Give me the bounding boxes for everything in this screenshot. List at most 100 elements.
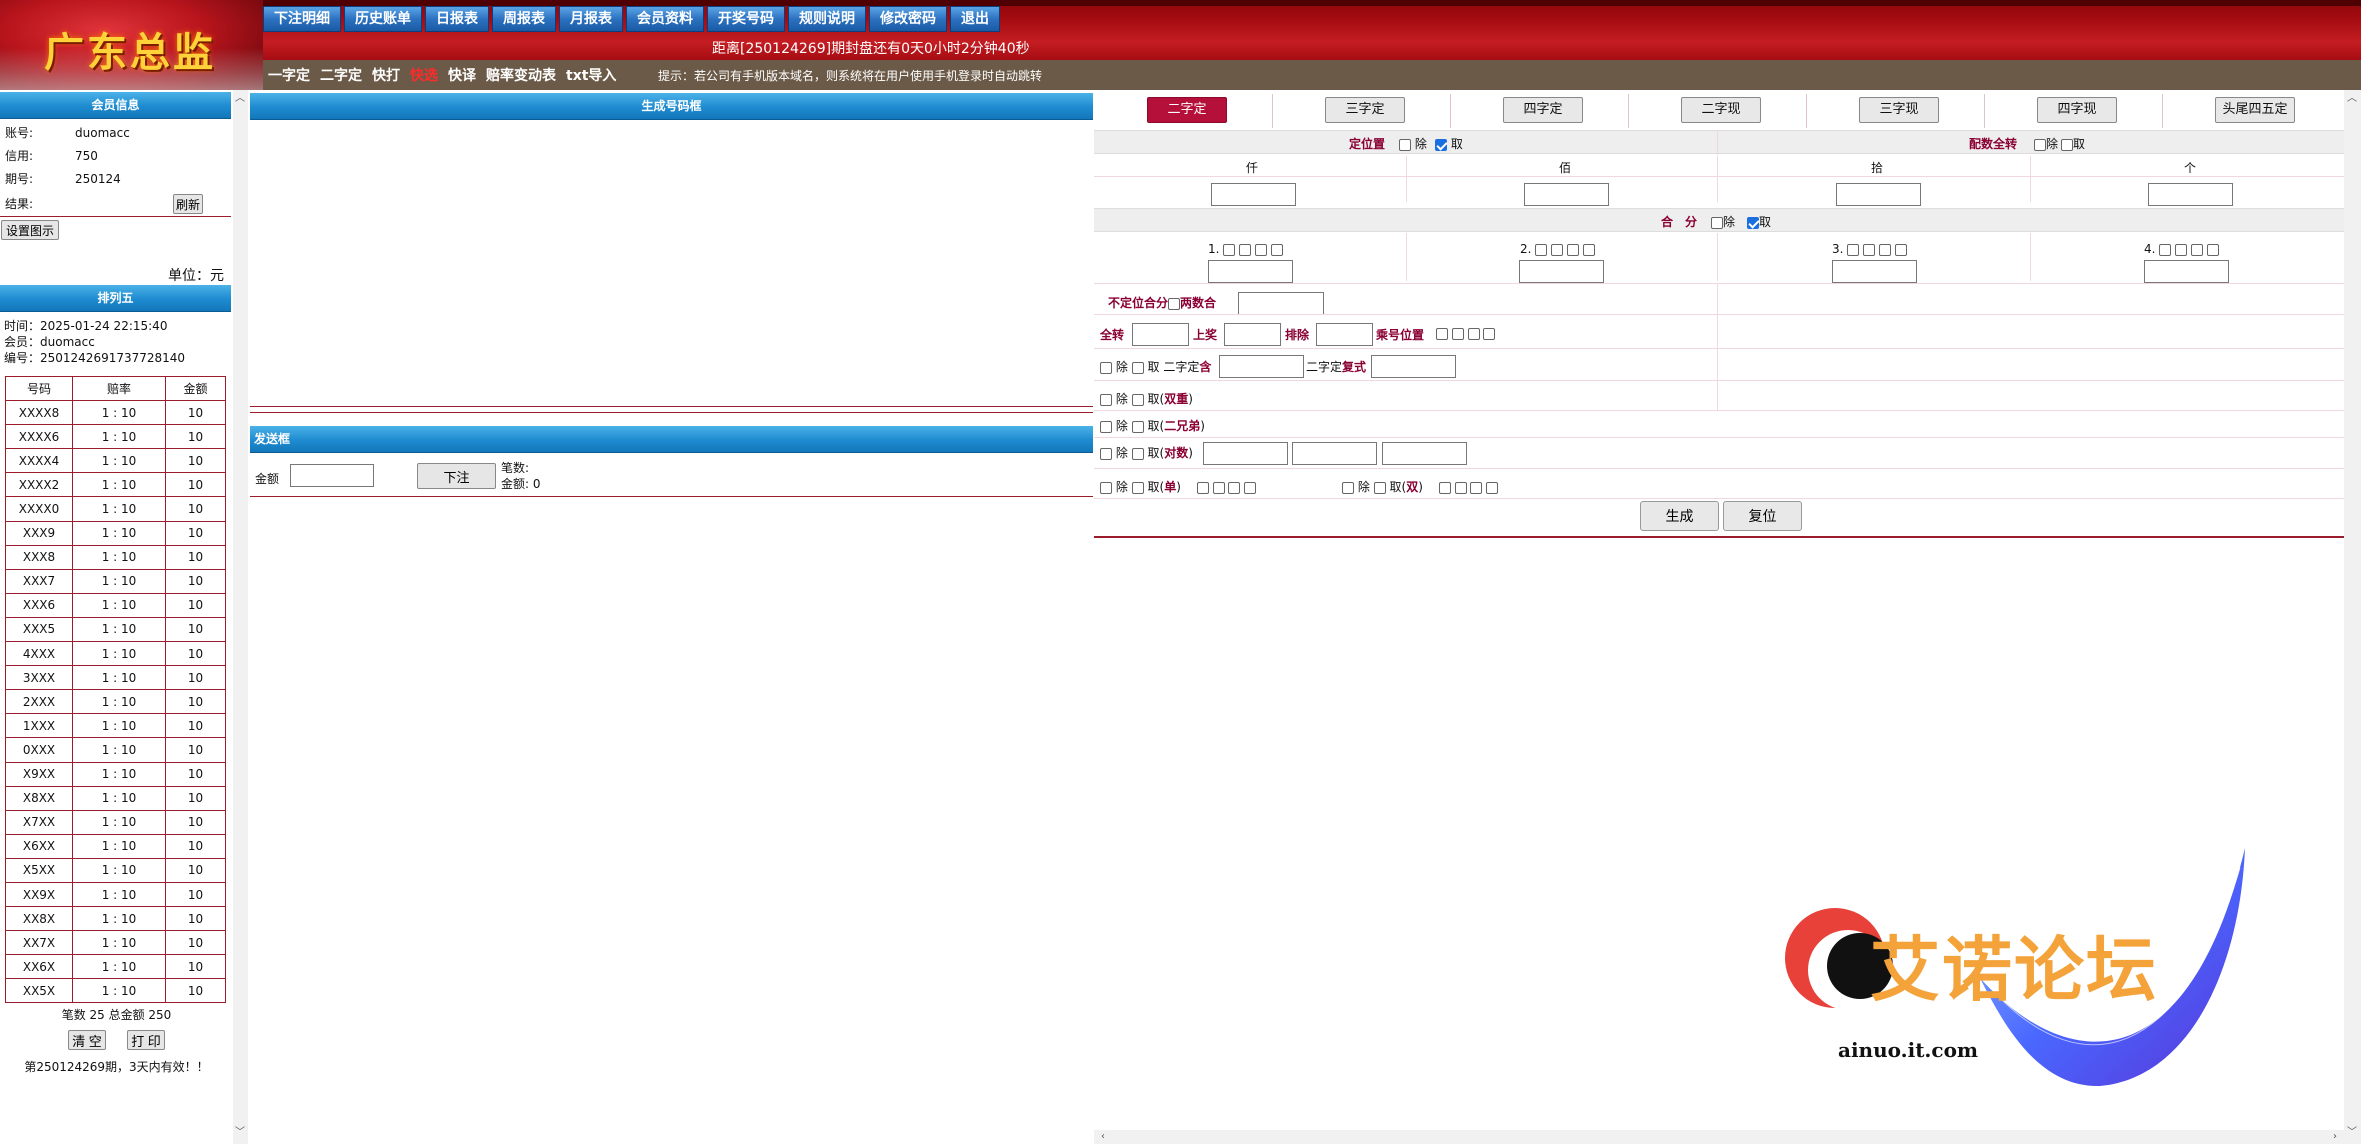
checkbox[interactable]	[1223, 243, 1236, 256]
checkbox-checked[interactable]	[1747, 216, 1759, 229]
scroll-up-icon[interactable]: ︿	[2345, 92, 2359, 106]
subnav-txt-import[interactable]: txt导入	[566, 65, 616, 85]
thousands-input[interactable]	[1211, 183, 1296, 206]
all-turn-input[interactable]	[1132, 323, 1189, 346]
checkbox[interactable]	[1711, 216, 1723, 229]
checkbox[interactable]	[1270, 243, 1283, 256]
checkbox[interactable]	[1244, 481, 1257, 494]
scroll-down-icon[interactable]: ﹀	[2345, 1126, 2359, 1140]
amount-input[interactable]	[290, 464, 374, 487]
subnav-two-digit[interactable]: 二字定	[320, 65, 362, 85]
subnav-quick-select[interactable]: 快选	[410, 65, 438, 85]
checkbox[interactable]	[1863, 243, 1876, 256]
settings-display-button[interactable]: 设置图示	[1, 220, 59, 240]
checkbox[interactable]	[1131, 420, 1144, 433]
checkbox[interactable]	[1566, 243, 1579, 256]
refresh-button[interactable]: 刷新	[173, 194, 203, 214]
nav-bet-detail[interactable]: 下注明细	[263, 6, 341, 32]
checkbox[interactable]	[1100, 481, 1112, 494]
print-button[interactable]: 打 印	[127, 1030, 165, 1050]
two-sum-input[interactable]	[1238, 292, 1324, 315]
checkbox[interactable]	[2175, 243, 2188, 256]
nav-weekly-report[interactable]: 周报表	[492, 6, 556, 32]
tab-four-fixed[interactable]: 四字定	[1503, 97, 1583, 123]
scroll-down-icon[interactable]: ﹀	[233, 1126, 247, 1140]
checkbox[interactable]	[1436, 327, 1448, 340]
place-bet-button[interactable]: 下注	[417, 463, 496, 489]
scroll-left-icon[interactable]: ‹	[1096, 1130, 1110, 1144]
sum-input-4[interactable]	[2144, 260, 2229, 283]
checkbox[interactable]	[1438, 481, 1451, 494]
scroll-up-icon[interactable]: ︿	[233, 92, 247, 106]
sum-input-3[interactable]	[1832, 260, 1917, 283]
scroll-right-icon[interactable]: ›	[2328, 1130, 2342, 1144]
checkbox[interactable]	[1454, 481, 1467, 494]
checkbox[interactable]	[2159, 243, 2172, 256]
checkbox[interactable]	[1228, 481, 1241, 494]
checkbox[interactable]	[2061, 138, 2073, 151]
checkbox[interactable]	[1451, 327, 1464, 340]
right-scrollbar[interactable]: ︿ ﹀	[2344, 90, 2361, 1144]
checkbox[interactable]	[1847, 243, 1860, 256]
checkbox[interactable]	[2034, 138, 2046, 151]
checkbox[interactable]	[1168, 297, 1181, 310]
pairs-input-1[interactable]	[1203, 442, 1288, 465]
nav-daily-report[interactable]: 日报表	[425, 6, 489, 32]
pairs-input-2[interactable]	[1292, 442, 1377, 465]
checkbox[interactable]	[1131, 393, 1144, 406]
checkbox[interactable]	[1582, 243, 1595, 256]
tens-input[interactable]	[1836, 183, 1921, 206]
checkbox[interactable]	[1551, 243, 1564, 256]
horizontal-scrollbar[interactable]: ‹ ›	[1094, 1130, 2344, 1144]
sum-input-2[interactable]	[1519, 260, 1604, 283]
contains-input[interactable]	[1219, 355, 1304, 378]
nav-logout[interactable]: 退出	[950, 6, 1000, 32]
checkbox[interactable]	[1373, 481, 1386, 494]
hundreds-input[interactable]	[1524, 183, 1609, 206]
checkbox[interactable]	[1254, 243, 1267, 256]
tab-two-show[interactable]: 二字现	[1681, 97, 1761, 123]
generate-button[interactable]: 生成	[1640, 501, 1719, 531]
upper-input[interactable]	[1224, 323, 1281, 346]
checkbox[interactable]	[1894, 243, 1907, 256]
checkbox[interactable]	[1131, 447, 1144, 460]
tab-four-show[interactable]: 四字现	[2037, 97, 2117, 123]
checkbox[interactable]	[1486, 481, 1499, 494]
checkbox[interactable]	[1342, 481, 1354, 494]
checkbox[interactable]	[1131, 481, 1144, 494]
subnav-odds-table[interactable]: 赔率变动表	[486, 65, 556, 85]
sum-input-1[interactable]	[1208, 260, 1293, 283]
subnav-quick-play[interactable]: 快打	[372, 65, 400, 85]
nav-change-password[interactable]: 修改密码	[869, 6, 947, 32]
checkbox[interactable]	[1196, 481, 1209, 494]
nav-monthly-report[interactable]: 月报表	[559, 6, 623, 32]
checkbox[interactable]	[1100, 447, 1112, 460]
nav-draw-results[interactable]: 开奖号码	[707, 6, 785, 32]
nav-member-info[interactable]: 会员资料	[626, 6, 704, 32]
checkbox[interactable]	[1467, 327, 1480, 340]
checkbox[interactable]	[1100, 393, 1112, 406]
checkbox[interactable]	[1535, 243, 1548, 256]
subnav-one-digit[interactable]: 一字定	[268, 65, 310, 85]
checkbox[interactable]	[2206, 243, 2219, 256]
tab-head-tail[interactable]: 头尾四五定	[2215, 97, 2295, 123]
units-input[interactable]	[2148, 183, 2233, 206]
nav-history[interactable]: 历史账单	[344, 6, 422, 32]
reset-button[interactable]: 复位	[1723, 501, 1802, 531]
checkbox[interactable]	[1131, 361, 1144, 374]
pairs-input-3[interactable]	[1382, 442, 1467, 465]
checkbox[interactable]	[1483, 327, 1496, 340]
checkbox[interactable]	[1399, 138, 1411, 151]
tab-three-show[interactable]: 三字现	[1859, 97, 1939, 123]
subnav-quick-translate[interactable]: 快译	[448, 65, 476, 85]
checkbox[interactable]	[1470, 481, 1483, 494]
checkbox[interactable]	[1212, 481, 1225, 494]
tab-three-fixed[interactable]: 三字定	[1325, 97, 1405, 123]
checkbox[interactable]	[1100, 361, 1112, 374]
clear-button[interactable]: 清 空	[68, 1030, 106, 1050]
checkbox[interactable]	[2190, 243, 2203, 256]
compound-input[interactable]	[1371, 355, 1456, 378]
left-scrollbar[interactable]: ︿ ﹀	[233, 90, 248, 1144]
nav-rules[interactable]: 规则说明	[788, 6, 866, 32]
checkbox[interactable]	[1100, 420, 1112, 433]
